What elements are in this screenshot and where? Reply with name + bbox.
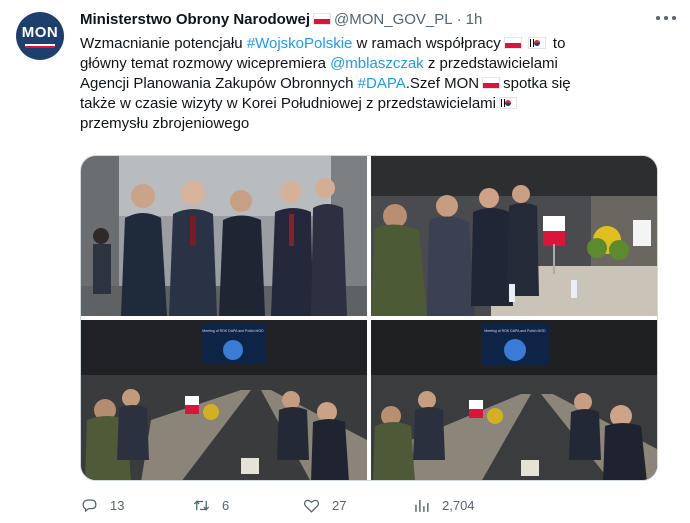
hashtag-link[interactable]: #WojskoPolskie (247, 35, 353, 52)
tweet[interactable]: MON Ministerstwo Obrony Narodowej @MON_G… (0, 0, 690, 523)
retweet-icon (193, 499, 210, 511)
views-button[interactable]: 2,704 (412, 494, 475, 516)
tweet-text: Wzmacnianie potencjału #WojskoPolskie w … (80, 34, 660, 134)
action-bar: 13 6 27 2,704 (80, 488, 660, 523)
text-segment: także w czasie wizyty w Korei Południowe… (80, 95, 496, 112)
views-icon (415, 499, 429, 512)
text-segment: w ramach współpracy (352, 35, 501, 52)
text-segment: to (548, 35, 566, 52)
like-icon (303, 499, 320, 513)
avatar[interactable]: MON (16, 12, 64, 60)
polish-flag-icon (503, 37, 522, 49)
reply-count: 13 (110, 497, 125, 513)
korean-flag-icon (527, 37, 546, 49)
reply-button[interactable]: 13 (80, 494, 124, 516)
text-segment: .Szef MON (405, 75, 480, 92)
timestamp[interactable]: 1h (466, 11, 483, 28)
photo-conference-room-left[interactable]: Meeting of ROK DAPA and Polish MOD (81, 320, 367, 480)
tweet-text-line: główny temat rozmowy wicepremiera @mblas… (80, 54, 660, 74)
media-grid: Meeting of ROK DAPA and Polish MOD Meeti… (80, 155, 658, 481)
avatar-flag-stripe (25, 43, 55, 48)
hashtag-link[interactable]: #DAPA (358, 75, 406, 92)
reply-icon (82, 498, 97, 512)
text-segment: spotka się (503, 75, 571, 92)
like-count: 27 (332, 497, 347, 513)
polish-flag-icon (313, 13, 332, 25)
tweet-text-line: także w czasie wizyty w Korei Południowe… (80, 94, 660, 114)
tweet-text-line: Wzmacnianie potencjału #WojskoPolskie w … (80, 34, 660, 54)
photo-meeting-table-flags[interactable] (371, 156, 657, 316)
mention-link[interactable]: @mblaszczak (330, 55, 424, 72)
tweet-header: Ministerstwo Obrony Narodowej @MON_GOV_P… (80, 9, 650, 29)
korean-flag-icon (499, 97, 517, 109)
photo-conference-room-right[interactable]: Meeting of ROK DAPA and Polish MOD (371, 320, 657, 480)
text-segment: przemysłu zbrojeniowego (80, 115, 250, 132)
text-segment: Wzmacnianie potencjału (80, 35, 247, 52)
text-segment: główny temat rozmowy wicepremiera (80, 55, 331, 72)
screen-text: Meeting of ROK DAPA and Polish MOD (202, 329, 264, 333)
text-segment: Agencji Planowania Zakupów Obronnych (80, 75, 358, 92)
more-icon[interactable] (656, 10, 676, 26)
screen-text: Meeting of ROK DAPA and Polish MOD (484, 329, 546, 333)
author-handle[interactable]: @MON_GOV_PL (334, 11, 453, 28)
tweet-text-line: przemysłu zbrojeniowego (80, 114, 660, 134)
avatar-logo-text: MON (21, 23, 59, 41)
retweet-count: 6 (222, 497, 230, 513)
like-button[interactable]: 27 (302, 494, 346, 516)
separator-dot: · (456, 10, 462, 28)
retweet-button[interactable]: 6 (192, 494, 229, 516)
author-name[interactable]: Ministerstwo Obrony Narodowej (80, 11, 310, 28)
photo-delegation-greeting[interactable] (81, 156, 367, 316)
tweet-text-line: Agencji Planowania Zakupów Obronnych #DA… (80, 74, 660, 94)
views-count: 2,704 (442, 497, 475, 513)
polish-flag-icon (482, 77, 501, 89)
text-segment: z przedstawicielami (423, 55, 558, 72)
